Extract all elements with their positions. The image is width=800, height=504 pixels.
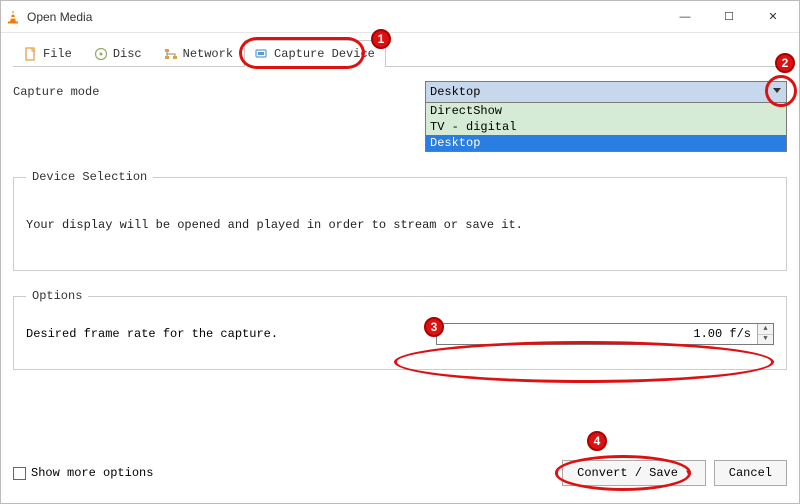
- checkbox-box: [13, 467, 26, 480]
- dialog-body: File Disc Network Capture Device 1 Captu…: [1, 33, 799, 503]
- fps-label: Desired frame rate for the capture.: [26, 327, 426, 341]
- window-title: Open Media: [27, 10, 663, 24]
- capture-mode-label: Capture mode: [13, 81, 413, 99]
- annotation-4: 4: [587, 431, 607, 451]
- convert-save-label: Convert / Save: [577, 466, 678, 480]
- annotation-3: 3: [424, 317, 444, 337]
- capture-mode-selected: Desktop: [430, 85, 480, 99]
- tab-network[interactable]: Network: [153, 40, 244, 66]
- device-selection-legend: Device Selection: [26, 170, 153, 184]
- annotation-2: 2: [775, 53, 795, 73]
- tab-disc-label: Disc: [113, 47, 142, 61]
- file-icon: [24, 47, 38, 61]
- capture-mode-dropdown: DirectShow TV - digital Desktop: [425, 103, 787, 152]
- chevron-down-icon: ▼: [686, 469, 691, 478]
- capture-mode-combo[interactable]: Desktop: [425, 81, 787, 103]
- minimize-button[interactable]: —: [663, 1, 707, 32]
- tab-capture-device[interactable]: Capture Device: [244, 40, 386, 67]
- close-button[interactable]: ✕: [751, 1, 795, 32]
- footer: Show more options Convert / Save ▼ Cance…: [13, 455, 787, 491]
- cancel-label: Cancel: [729, 466, 772, 480]
- device-desc: Your display will be opened and played i…: [26, 218, 774, 232]
- options-legend: Options: [26, 289, 88, 303]
- show-more-label: Show more options: [31, 466, 153, 480]
- tab-network-label: Network: [183, 47, 233, 61]
- spinner-up[interactable]: ▲: [758, 324, 773, 335]
- tab-disc[interactable]: Disc: [83, 40, 153, 66]
- cancel-button[interactable]: Cancel: [714, 460, 787, 486]
- disc-icon: [94, 47, 108, 61]
- titlebar: Open Media — ☐ ✕: [1, 1, 799, 33]
- network-icon: [164, 47, 178, 61]
- device-selection-group: Device Selection Your display will be op…: [13, 170, 787, 271]
- capture-mode-row: Capture mode Desktop DirectShow TV - dig…: [13, 81, 787, 152]
- show-more-options-check[interactable]: Show more options: [13, 466, 153, 480]
- annotation-1: 1: [371, 29, 391, 49]
- tab-capture-label: Capture Device: [274, 47, 375, 61]
- maximize-button[interactable]: ☐: [707, 1, 751, 32]
- fps-row: Desired frame rate for the capture. 1.00…: [26, 323, 774, 345]
- tab-bar: File Disc Network Capture Device 1: [13, 39, 787, 67]
- option-tv-digital[interactable]: TV - digital: [426, 119, 786, 135]
- vlc-icon: [5, 9, 21, 25]
- chevron-down-icon: [772, 85, 782, 99]
- open-media-window: Open Media — ☐ ✕ File Disc Network Captu…: [0, 0, 800, 504]
- spinner-buttons: ▲ ▼: [757, 324, 773, 344]
- options-group: Options Desired frame rate for the captu…: [13, 289, 787, 370]
- fps-value: 1.00 f/s: [437, 327, 757, 341]
- tab-file[interactable]: File: [13, 40, 83, 66]
- capture-mode-combo-wrap: Desktop DirectShow TV - digital Desktop …: [425, 81, 787, 152]
- fps-spinner[interactable]: 1.00 f/s ▲ ▼: [436, 323, 774, 345]
- convert-save-button[interactable]: Convert / Save ▼: [562, 460, 706, 486]
- option-directshow[interactable]: DirectShow: [426, 103, 786, 119]
- spinner-down[interactable]: ▼: [758, 335, 773, 345]
- tab-file-label: File: [43, 47, 72, 61]
- option-desktop[interactable]: Desktop: [426, 135, 786, 151]
- capture-icon: [255, 47, 269, 61]
- window-controls: — ☐ ✕: [663, 1, 795, 32]
